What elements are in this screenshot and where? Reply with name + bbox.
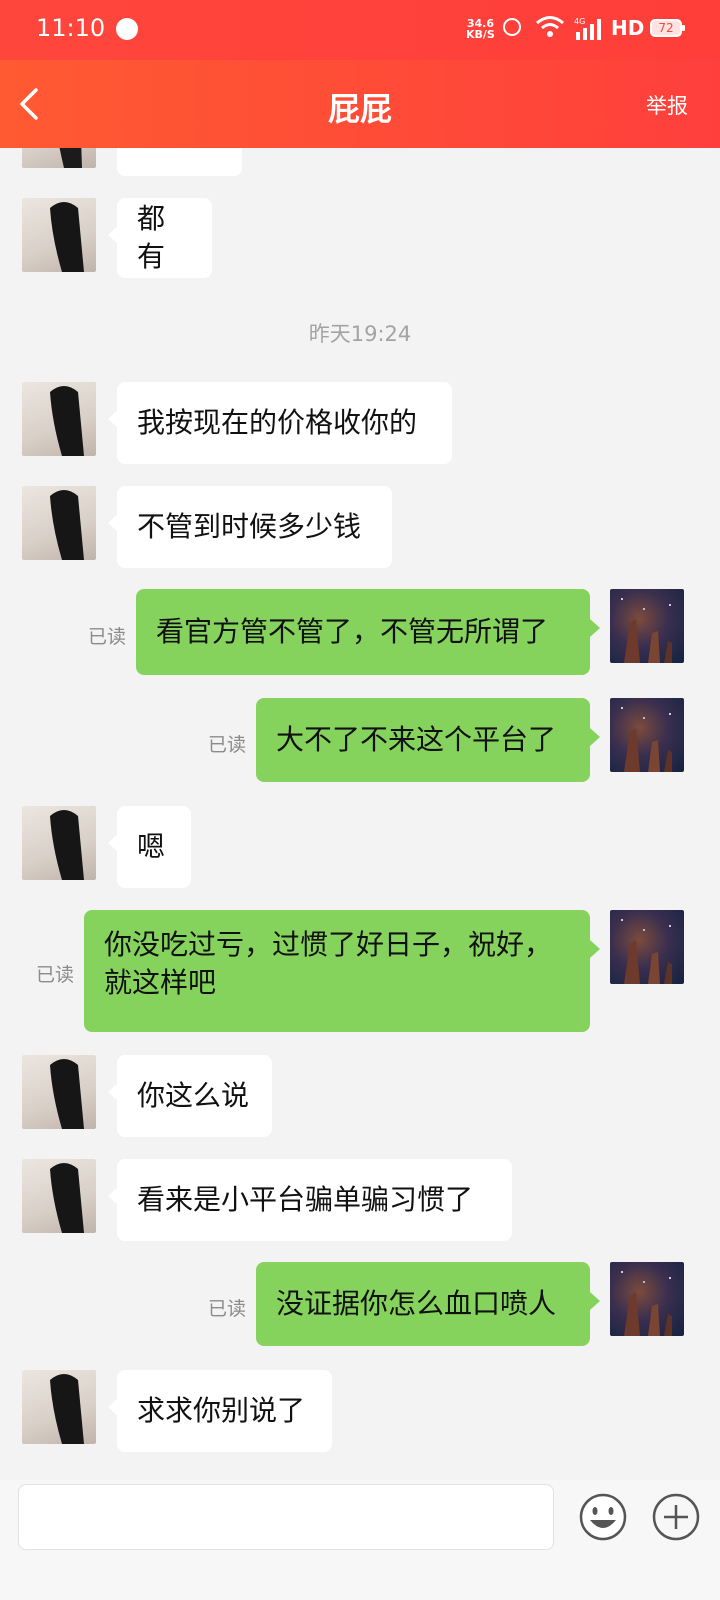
outgoing-message-bubble[interactable]: 看官方管不管了，不管无所谓了 <box>136 589 600 675</box>
contact-avatar[interactable] <box>22 1159 96 1233</box>
alarm-icon <box>503 18 521 36</box>
outgoing-message-bubble[interactable]: 没证据你怎么血口喷人 <box>256 1262 600 1346</box>
chat-title: 屁屁 <box>327 90 392 128</box>
my-avatar[interactable] <box>610 589 684 663</box>
contact-avatar[interactable] <box>22 486 96 560</box>
outgoing-message-bubble[interactable]: 你没吃过亏，过惯了好日子，祝好，就这样吧 <box>84 910 600 1032</box>
incoming-message-bubble[interactable]: 嗯 <box>108 806 191 888</box>
network-speed-unit: KB/S <box>466 28 495 41</box>
message-notification-icon <box>116 18 138 40</box>
contact-avatar[interactable] <box>22 1370 96 1444</box>
incoming-message-bubble[interactable]: 都有 <box>108 198 212 278</box>
incoming-message-bubble[interactable]: 你这么说 <box>108 1055 272 1137</box>
read-receipt: 已读 <box>208 734 247 756</box>
network-speed: 34.6 KB/S <box>466 18 495 40</box>
read-receipt: 已读 <box>208 1298 247 1320</box>
contact-avatar[interactable] <box>22 148 96 168</box>
chat-timestamp: 昨天19:24 <box>308 322 412 346</box>
emoji-smile-icon[interactable] <box>578 1492 628 1542</box>
wifi-icon <box>536 16 564 37</box>
my-avatar[interactable] <box>610 910 684 984</box>
my-avatar[interactable] <box>610 698 684 772</box>
contact-avatar[interactable] <box>22 1055 96 1129</box>
status-bar: 11:10 34.6 KB/S 4G HD 72 <box>0 0 720 60</box>
incoming-message-bubble[interactable]: 我按现在的价格收你的 <box>108 382 452 464</box>
chat-header: 屁屁 举报 <box>0 60 720 148</box>
incoming-message-bubble[interactable]: 求求你别说了 <box>108 1370 332 1452</box>
plus-circle-icon[interactable] <box>651 1492 701 1542</box>
contact-avatar[interactable] <box>22 382 96 456</box>
hd-indicator: HD <box>611 16 645 40</box>
network-type-label: 4G <box>574 17 585 26</box>
cellular-signal-icon: 4G <box>574 17 601 40</box>
read-receipt: 已读 <box>88 626 127 648</box>
battery-icon: 72 <box>650 19 685 37</box>
incoming-message-bubble[interactable] <box>117 148 242 176</box>
contact-avatar[interactable] <box>22 198 96 272</box>
incoming-message-bubble[interactable]: 不管到时候多少钱 <box>108 486 392 568</box>
read-receipt: 已读 <box>36 964 75 986</box>
contact-avatar[interactable] <box>22 806 96 880</box>
my-avatar[interactable] <box>610 1262 684 1336</box>
message-input-bar <box>0 1480 720 1600</box>
report-button[interactable]: 举报 <box>646 90 688 120</box>
incoming-message-bubble[interactable]: 看来是小平台骗单骗习惯了 <box>108 1159 512 1241</box>
outgoing-message-bubble[interactable]: 大不了不来这个平台了 <box>256 698 600 782</box>
chat-message-list[interactable]: 都有 昨天19:24 我按现在的价格收你的 不管到时候多少钱 已读 看官方管不管… <box>0 148 720 1480</box>
status-time: 11:10 <box>36 14 106 42</box>
message-input[interactable] <box>18 1484 554 1550</box>
